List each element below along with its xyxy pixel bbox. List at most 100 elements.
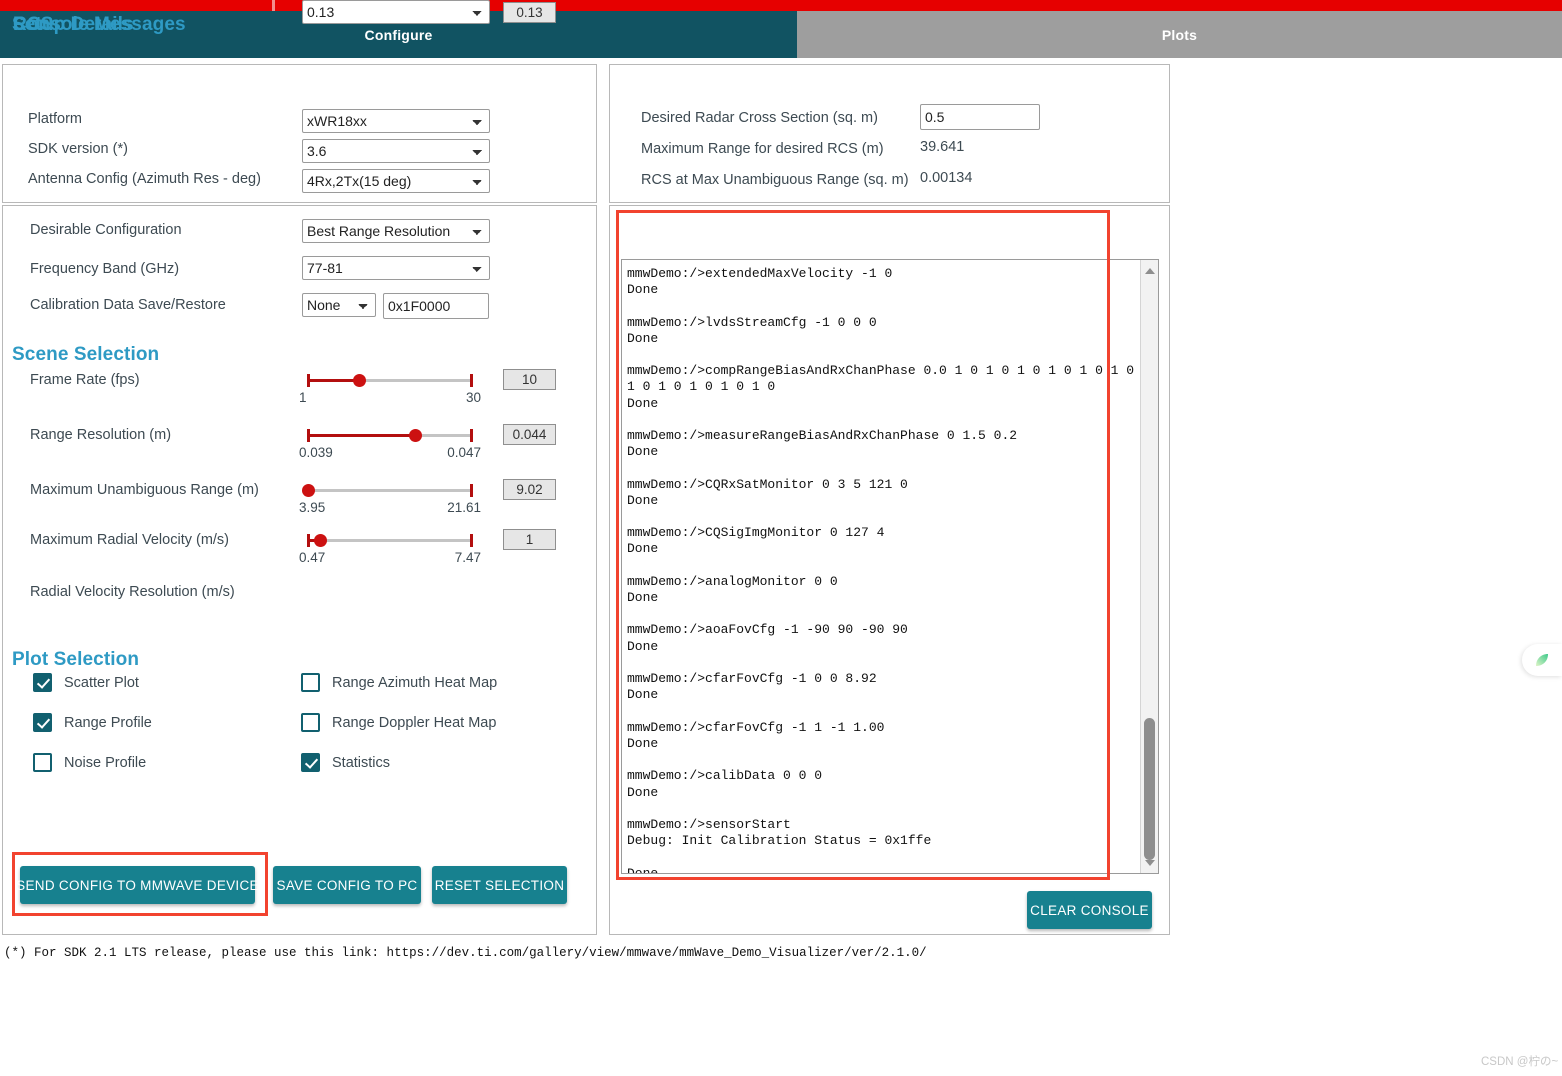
radial-velocity-resolution-select[interactable]: 0.13 bbox=[302, 0, 490, 24]
checkbox-unchecked-icon bbox=[301, 673, 320, 692]
frame-rate-slider[interactable]: 1 30 bbox=[299, 370, 481, 405]
rcs-at-max-unambiguous-row: RCS at Max Unambiguous Range (sq. m) bbox=[641, 168, 909, 192]
desirable-configuration-row: Desirable Configuration bbox=[30, 218, 182, 242]
top-bar-notch bbox=[272, 0, 275, 11]
max-radial-velocity-max: 7.47 bbox=[454, 550, 481, 565]
slider-thumb[interactable] bbox=[353, 374, 366, 387]
max-unambiguous-range-value: 9.02 bbox=[503, 479, 556, 500]
desired-rcs-row: Desired Radar Cross Section (sq. m) bbox=[641, 106, 878, 130]
checkbox-range-doppler-heat-map-label: Range Doppler Heat Map bbox=[332, 714, 497, 731]
checkbox-unchecked-icon bbox=[301, 713, 320, 732]
frame-rate-min: 1 bbox=[299, 390, 307, 405]
platform-select[interactable]: xWR18xx bbox=[302, 109, 490, 133]
platform-row: Platform bbox=[28, 107, 82, 131]
range-resolution-value: 0.044 bbox=[503, 424, 556, 445]
clear-console-button[interactable]: CLEAR CONSOLE bbox=[1027, 891, 1152, 929]
tab-plots-label: Plots bbox=[1161, 26, 1198, 43]
frame-rate-value: 10 bbox=[503, 369, 556, 390]
range-resolution-slider-row: Range Resolution (m) 0.039 0.047 0.044 bbox=[0, 419, 595, 475]
max-unambiguous-range-max: 21.61 bbox=[447, 500, 481, 515]
scene-selection-title: Scene Selection bbox=[12, 344, 160, 365]
checkbox-checked-icon bbox=[301, 753, 320, 772]
save-config-label: SAVE CONFIG TO PC bbox=[276, 877, 418, 893]
desired-rcs-input[interactable] bbox=[920, 104, 1040, 130]
frame-rate-label: Frame Rate (fps) bbox=[30, 372, 140, 388]
console-output-box[interactable]: mmwDemo:/>extendedMaxVelocity -1 0 Done … bbox=[621, 259, 1159, 874]
checkbox-range-azimuth-heat-map[interactable]: Range Azimuth Heat Map bbox=[301, 673, 497, 692]
slider-track bbox=[307, 489, 473, 492]
slider-track bbox=[307, 539, 473, 542]
slider-fill bbox=[307, 379, 359, 382]
csdn-watermark: CSDN @柠の~ bbox=[1481, 1056, 1559, 1068]
checkbox-checked-icon bbox=[33, 673, 52, 692]
checkbox-range-doppler-heat-map[interactable]: Range Doppler Heat Map bbox=[301, 713, 496, 732]
slider-max-tick bbox=[470, 374, 473, 387]
max-radial-velocity-slider-row: Maximum Radial Velocity (m/s) 0.47 7.47 … bbox=[0, 524, 595, 580]
checkbox-unchecked-icon bbox=[33, 753, 52, 772]
desired-rcs-label: Desired Radar Cross Section (sq. m) bbox=[641, 110, 878, 126]
frequency-band-row: Frequency Band (GHz) bbox=[30, 257, 179, 281]
checkbox-range-profile[interactable]: Range Profile bbox=[33, 713, 152, 732]
sdk-link-note: (*) For SDK 2.1 LTS release, please use … bbox=[4, 946, 927, 960]
slider-thumb[interactable] bbox=[302, 484, 315, 497]
checkbox-checked-icon bbox=[33, 713, 52, 732]
save-config-to-pc-button[interactable]: SAVE CONFIG TO PC bbox=[273, 866, 421, 904]
slider-fill bbox=[307, 434, 415, 437]
max-unambiguous-range-label: Maximum Unambiguous Range (m) bbox=[30, 482, 259, 498]
send-config-label: SEND CONFIG TO MMWAVE DEVICE bbox=[16, 877, 259, 893]
console-scrollbar-thumb[interactable] bbox=[1144, 718, 1155, 860]
scroll-down-arrow-icon[interactable] bbox=[1141, 854, 1158, 871]
slider-thumb[interactable] bbox=[314, 534, 327, 547]
slider-max-tick bbox=[470, 429, 473, 442]
radial-velocity-resolution-label: Radial Velocity Resolution (m/s) bbox=[30, 584, 235, 600]
max-range-value: 39.641 bbox=[920, 139, 965, 155]
slider-max-tick bbox=[470, 534, 473, 547]
max-unambiguous-range-slider[interactable]: 3.95 21.61 bbox=[299, 480, 481, 515]
range-resolution-min: 0.039 bbox=[299, 445, 333, 460]
tab-configure-label: Configure bbox=[364, 26, 433, 43]
calibration-data-address-input[interactable] bbox=[383, 293, 489, 319]
sdk-version-select[interactable]: 3.6 bbox=[302, 139, 490, 163]
feedback-widget-button[interactable] bbox=[1522, 644, 1562, 676]
calibration-data-select[interactable]: None bbox=[302, 293, 376, 317]
desirable-configuration-label: Desirable Configuration bbox=[30, 222, 182, 238]
max-radial-velocity-slider[interactable]: 0.47 7.47 bbox=[299, 530, 481, 565]
slider-min-tick bbox=[307, 534, 310, 547]
slider-min-tick bbox=[307, 429, 310, 442]
platform-label: Platform bbox=[28, 111, 82, 127]
desirable-configuration-select[interactable]: Best Range Resolution bbox=[302, 219, 490, 243]
mmwave-demo-visualizer-window: Configure Plots Setup Details Platform x… bbox=[0, 0, 1562, 1076]
sdk-version-label: SDK version (*) bbox=[28, 141, 128, 157]
frame-rate-max: 30 bbox=[465, 390, 481, 405]
reset-selection-button[interactable]: RESET SELECTION bbox=[432, 866, 567, 904]
clear-console-label: CLEAR CONSOLE bbox=[1030, 902, 1149, 918]
console-messages-title: Console Messages bbox=[13, 14, 186, 35]
frame-rate-slider-row: Frame Rate (fps) 1 30 10 bbox=[0, 364, 595, 420]
frequency-band-select[interactable]: 77-81 bbox=[302, 256, 490, 280]
checkbox-scatter-plot-label: Scatter Plot bbox=[64, 674, 139, 691]
checkbox-statistics[interactable]: Statistics bbox=[301, 753, 390, 772]
console-output-text: mmwDemo:/>extendedMaxVelocity -1 0 Done … bbox=[627, 266, 1135, 874]
tab-plots[interactable]: Plots bbox=[797, 11, 1562, 58]
leaf-icon bbox=[1536, 654, 1548, 666]
antenna-config-select[interactable]: 4Rx,2Tx(15 deg) bbox=[302, 169, 490, 193]
top-accent-bar bbox=[0, 0, 1562, 11]
send-config-to-mmwave-device-button[interactable]: SEND CONFIG TO MMWAVE DEVICE bbox=[16, 866, 259, 904]
checkbox-statistics-label: Statistics bbox=[332, 754, 391, 771]
checkbox-scatter-plot[interactable]: Scatter Plot bbox=[33, 673, 139, 692]
range-resolution-label: Range Resolution (m) bbox=[30, 427, 172, 443]
scroll-up-arrow-icon[interactable] bbox=[1141, 262, 1158, 279]
range-resolution-slider[interactable]: 0.039 0.047 bbox=[299, 425, 481, 460]
radial-velocity-resolution-value: 0.13 bbox=[503, 2, 556, 23]
checkbox-noise-profile[interactable]: Noise Profile bbox=[33, 753, 146, 772]
max-unambiguous-range-slider-row: Maximum Unambiguous Range (m) 3.95 21.61… bbox=[0, 474, 595, 530]
checkbox-noise-profile-label: Noise Profile bbox=[64, 754, 147, 771]
slider-thumb[interactable] bbox=[409, 429, 422, 442]
antenna-config-row: Antenna Config (Azimuth Res - deg) bbox=[28, 167, 261, 191]
sdk-version-row: SDK version (*) bbox=[28, 137, 128, 161]
slider-min-tick bbox=[307, 374, 310, 387]
rcs-at-max-unambiguous-label: RCS at Max Unambiguous Range (sq. m) bbox=[641, 172, 909, 188]
console-scrollbar[interactable] bbox=[1140, 260, 1158, 873]
calibration-data-row: Calibration Data Save/Restore bbox=[30, 293, 226, 317]
antenna-config-label: Antenna Config (Azimuth Res - deg) bbox=[28, 171, 261, 187]
